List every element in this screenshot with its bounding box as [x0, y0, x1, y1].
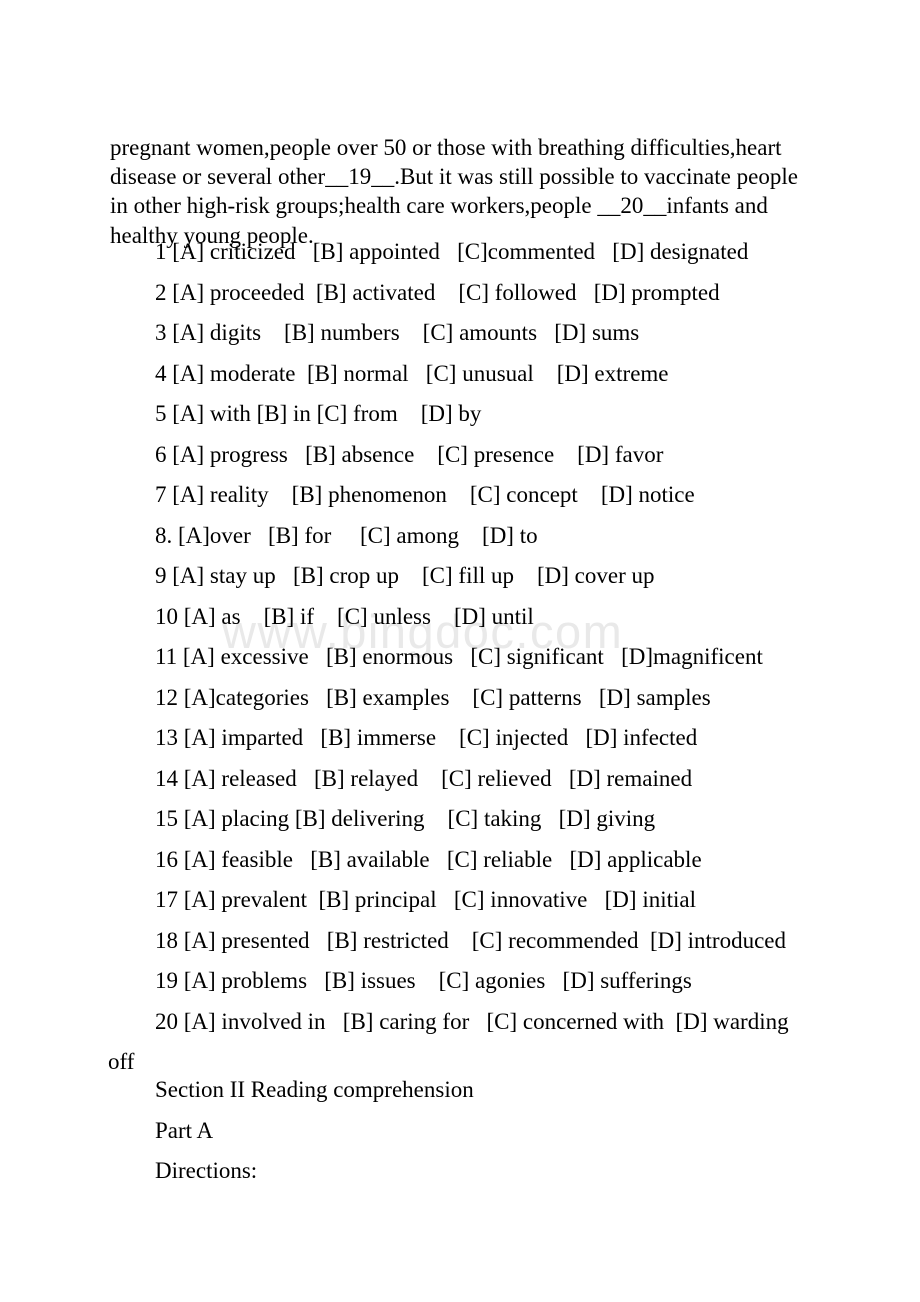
question-list: 1 [A] criticized [B] appointed [C]commen…: [108, 232, 820, 1083]
question-item-1: 1 [A] criticized [B] appointed [C]commen…: [155, 239, 749, 264]
question-item-19: 19 [A] problems [B] issues [C] agonies […: [155, 968, 692, 993]
question-item-4: 4 [A] moderate [B] normal [C] unusual [D…: [155, 360, 669, 386]
question-item-12: 12 [A]categories [B] examples [C] patter…: [155, 684, 711, 710]
question-item-15: 15 [A] placing [B] delivering [C] taking…: [155, 806, 656, 831]
document-page: www.bingdoc.com pregnant women,people ov…: [0, 0, 920, 1302]
question-item-17: 17 [A] prevalent [B] principal [C] innov…: [155, 887, 696, 912]
question-item-2: 2 [A] proceeded [B] activated [C] follow…: [155, 279, 720, 305]
question-item-7: 7 [A] reality [B] phenomenon [C] concept…: [155, 482, 695, 507]
question-item-9: 9 [A] stay up [B] crop up [C] fill up [D…: [155, 563, 655, 588]
question-item-11: 11 [A] excessive [B] enormous [C] signif…: [155, 644, 763, 669]
question-item-18: 18 [A] presented [B] restricted [C] reco…: [155, 927, 786, 953]
section-heading-reading-comprehension: Section II Reading comprehension: [155, 1077, 474, 1102]
section-heading-part-a: Part A: [155, 1117, 214, 1143]
question-item-5: 5 [A] with [B] in [C] from [D] by: [155, 401, 482, 426]
question-item-10: 10 [A] as [B] if [C] unless [D] until: [155, 603, 534, 629]
question-item-14: 14 [A] released [B] relayed [C] relieved…: [155, 765, 693, 791]
question-item-3: 3 [A] digits [B] numbers [C] amounts [D]…: [155, 320, 640, 345]
section-heading-directions: Directions:: [155, 1158, 258, 1183]
question-item-13: 13 [A] imparted [B] immerse [C] injected…: [155, 725, 698, 750]
section-headings: Section II Reading comprehension Part A …: [108, 1070, 820, 1192]
question-item-8: 8. [A]over [B] for [C] among [D] to: [155, 522, 538, 548]
question-item-16: 16 [A] feasible [B] available [C] reliab…: [155, 846, 702, 872]
question-item-6: 6 [A] progress [B] absence [C] presence …: [155, 441, 664, 467]
